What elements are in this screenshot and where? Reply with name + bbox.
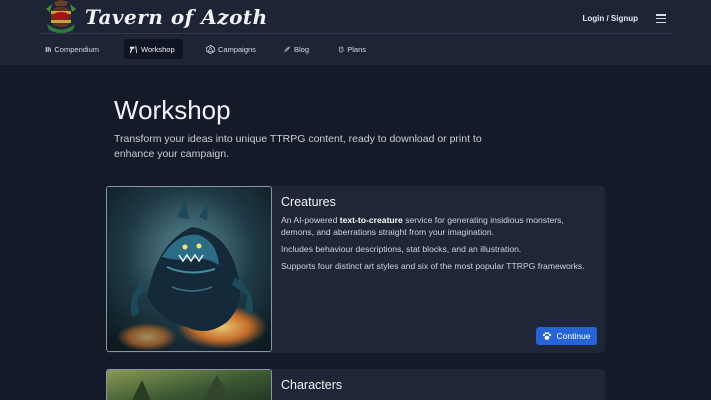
nav-label: Compendium <box>54 44 99 54</box>
hamburger-icon[interactable] <box>656 14 666 24</box>
workshop-card-creatures: Creatures An AI-powered text-to-creature… <box>106 186 605 353</box>
desc-highlight: text-to-creature <box>339 215 403 225</box>
desc-text: An AI-powered <box>281 215 340 225</box>
continue-button[interactable]: Continue <box>536 327 597 345</box>
site-header: Tavern of Azoth Login / Signup Compendiu… <box>0 0 711 65</box>
top-bar: Tavern of Azoth Login / Signup <box>40 0 671 34</box>
character-illustration <box>106 369 272 400</box>
nav-item-workshop[interactable]: Workshop <box>124 39 183 59</box>
card-support: Supports four distinct art styles and si… <box>281 261 585 271</box>
page-intro: Transform your ideas into unique TTRPG c… <box>114 133 482 160</box>
tools-icon <box>129 45 138 53</box>
continue-label: Continue <box>556 331 591 341</box>
nav-item-campaigns[interactable]: Campaigns <box>201 39 261 59</box>
nav-label: Campaigns <box>218 44 256 54</box>
d20-icon <box>206 44 215 54</box>
nav-label: Workshop <box>141 44 175 54</box>
nav-item-compendium[interactable]: Compendium <box>40 39 104 59</box>
nav-label: Blog <box>293 44 309 54</box>
tavern-logo-icon[interactable] <box>42 0 80 34</box>
card-title: Characters <box>281 378 343 392</box>
brand-title[interactable]: Tavern of Azoth <box>85 5 268 29</box>
login-signup-link[interactable]: Login / Signup <box>582 14 638 23</box>
quill-icon <box>283 45 291 53</box>
scroll-icon <box>338 46 344 52</box>
book-icon <box>45 46 52 52</box>
card-description: An AI-powered text-to-creature service f… <box>281 214 599 238</box>
creature-illustration <box>106 186 272 352</box>
card-features: Includes behaviour descriptions, stat bl… <box>281 244 522 254</box>
page-title: Workshop <box>114 95 231 125</box>
workshop-card-characters: Characters <box>106 369 605 400</box>
card-title: Creatures <box>281 195 336 209</box>
nav-label: Plans <box>347 44 366 54</box>
paw-icon <box>543 332 552 340</box>
nav-item-plans[interactable]: Plans <box>333 39 371 59</box>
nav-item-blog[interactable]: Blog <box>278 39 314 59</box>
